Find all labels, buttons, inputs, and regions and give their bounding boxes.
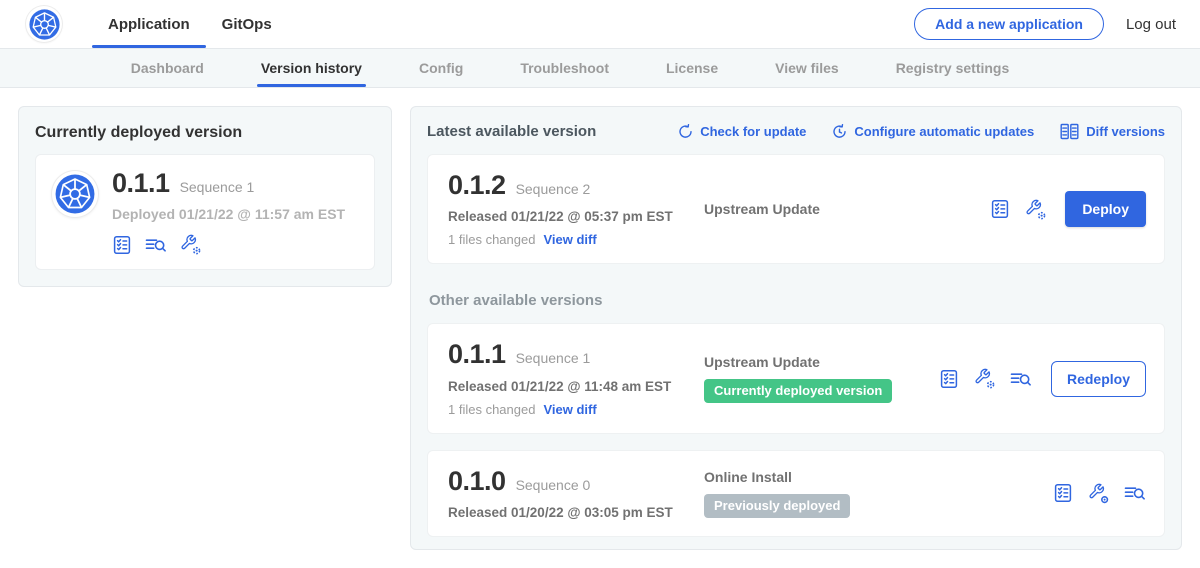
subnav-item-registry-settings[interactable]: Registry settings — [896, 49, 1010, 87]
refresh-icon — [678, 124, 693, 139]
released-timestamp: Released 01/21/22 @ 05:37 pm EST — [448, 209, 704, 224]
edit-config-icon[interactable] — [974, 368, 995, 389]
app-header: Application GitOps Add a new application… — [0, 0, 1200, 48]
app-subnav: Dashboard Version history Config Trouble… — [0, 48, 1200, 88]
version-card-0-1-0: 0.1.0 Sequence 0 Released 01/20/22 @ 03:… — [427, 450, 1165, 537]
edit-config-icon[interactable] — [180, 234, 201, 255]
release-notes-icon[interactable] — [990, 199, 1010, 219]
deployed-version-info: 0.1.1 Sequence 1 Deployed 01/21/22 @ 11:… — [112, 169, 345, 255]
currently-deployed-panel: Currently deployed version 0.1.1 Sequenc… — [18, 106, 392, 287]
kubernetes-logo-icon — [26, 6, 62, 42]
deployed-version-number: 0.1.1 — [112, 169, 170, 197]
add-application-button[interactable]: Add a new application — [914, 8, 1104, 40]
subnav-item-version-history[interactable]: Version history — [261, 49, 362, 87]
app-icon — [52, 171, 98, 217]
auto-update-icon — [832, 124, 847, 139]
sequence-label: Sequence 2 — [516, 181, 591, 197]
version-source-label: Online Install — [704, 469, 792, 485]
sequence-label: Sequence 0 — [516, 477, 591, 493]
sequence-label: Sequence 1 — [516, 350, 591, 366]
header-right: Add a new application Log out — [914, 0, 1176, 48]
version-card-0-1-1: 0.1.1 Sequence 1 Released 01/21/22 @ 11:… — [427, 323, 1165, 433]
subnav-item-config[interactable]: Config — [419, 49, 463, 87]
deploy-logs-icon[interactable] — [1010, 369, 1032, 389]
check-for-update-link[interactable]: Check for update — [678, 124, 806, 139]
released-timestamp: Released 01/20/22 @ 03:05 pm EST — [448, 505, 704, 520]
view-config-icon[interactable] — [1088, 483, 1109, 504]
tab-gitops-label: GitOps — [222, 16, 272, 33]
deploy-button[interactable]: Deploy — [1065, 191, 1146, 227]
deployed-sequence-label: Sequence 1 — [180, 179, 255, 195]
edit-config-icon[interactable] — [1025, 199, 1046, 220]
release-notes-icon[interactable] — [112, 235, 132, 255]
tab-application[interactable]: Application — [92, 0, 206, 48]
redeploy-button[interactable]: Redeploy — [1051, 361, 1146, 397]
deployed-timestamp: Deployed 01/21/22 @ 11:57 am EST — [112, 206, 345, 222]
files-changed-label: 1 files changed — [448, 402, 535, 417]
version-number: 0.1.0 — [448, 467, 506, 495]
subnav-item-troubleshoot[interactable]: Troubleshoot — [520, 49, 609, 87]
subnav-item-license[interactable]: License — [666, 49, 718, 87]
released-timestamp: Released 01/21/22 @ 11:48 am EST — [448, 379, 704, 394]
files-changed-label: 1 files changed — [448, 232, 535, 247]
version-number: 0.1.2 — [448, 171, 506, 199]
diff-versions-link[interactable]: Diff versions — [1060, 123, 1165, 140]
diff-icon — [1060, 123, 1079, 140]
header-tabs: Application GitOps — [92, 0, 288, 48]
other-versions-title: Other available versions — [429, 292, 1165, 309]
deployed-panel-title: Currently deployed version — [35, 124, 375, 142]
tab-gitops[interactable]: GitOps — [206, 0, 288, 48]
version-source-label: Upstream Update — [704, 201, 820, 217]
previously-deployed-badge: Previously deployed — [704, 494, 850, 518]
deployed-version-card: 0.1.1 Sequence 1 Deployed 01/21/22 @ 11:… — [35, 154, 375, 270]
configure-automatic-updates-link[interactable]: Configure automatic updates — [832, 124, 1034, 139]
logout-button[interactable]: Log out — [1126, 16, 1176, 33]
latest-available-title: Latest available version — [427, 123, 596, 140]
available-panel-header: Latest available version Check for updat… — [427, 123, 1165, 140]
deploy-logs-icon[interactable] — [145, 235, 167, 255]
main-content: Currently deployed version 0.1.1 Sequenc… — [0, 88, 1200, 568]
version-number: 0.1.1 — [448, 340, 506, 368]
available-versions-panel: Latest available version Check for updat… — [410, 106, 1182, 550]
version-source-label: Upstream Update — [704, 354, 820, 370]
view-diff-link[interactable]: View diff — [543, 232, 596, 247]
subnav-item-view-files[interactable]: View files — [775, 49, 839, 87]
release-notes-icon[interactable] — [939, 369, 959, 389]
panel-actions: Check for update Configure automatic upd… — [678, 123, 1165, 140]
release-notes-icon[interactable] — [1053, 483, 1073, 503]
currently-deployed-badge: Currently deployed version — [704, 379, 892, 403]
version-card-0-1-2: 0.1.2 Sequence 2 Released 01/21/22 @ 05:… — [427, 154, 1165, 264]
subnav-item-dashboard[interactable]: Dashboard — [131, 49, 204, 87]
view-diff-link[interactable]: View diff — [543, 402, 596, 417]
deploy-logs-icon[interactable] — [1124, 483, 1146, 503]
tab-application-label: Application — [108, 16, 190, 33]
